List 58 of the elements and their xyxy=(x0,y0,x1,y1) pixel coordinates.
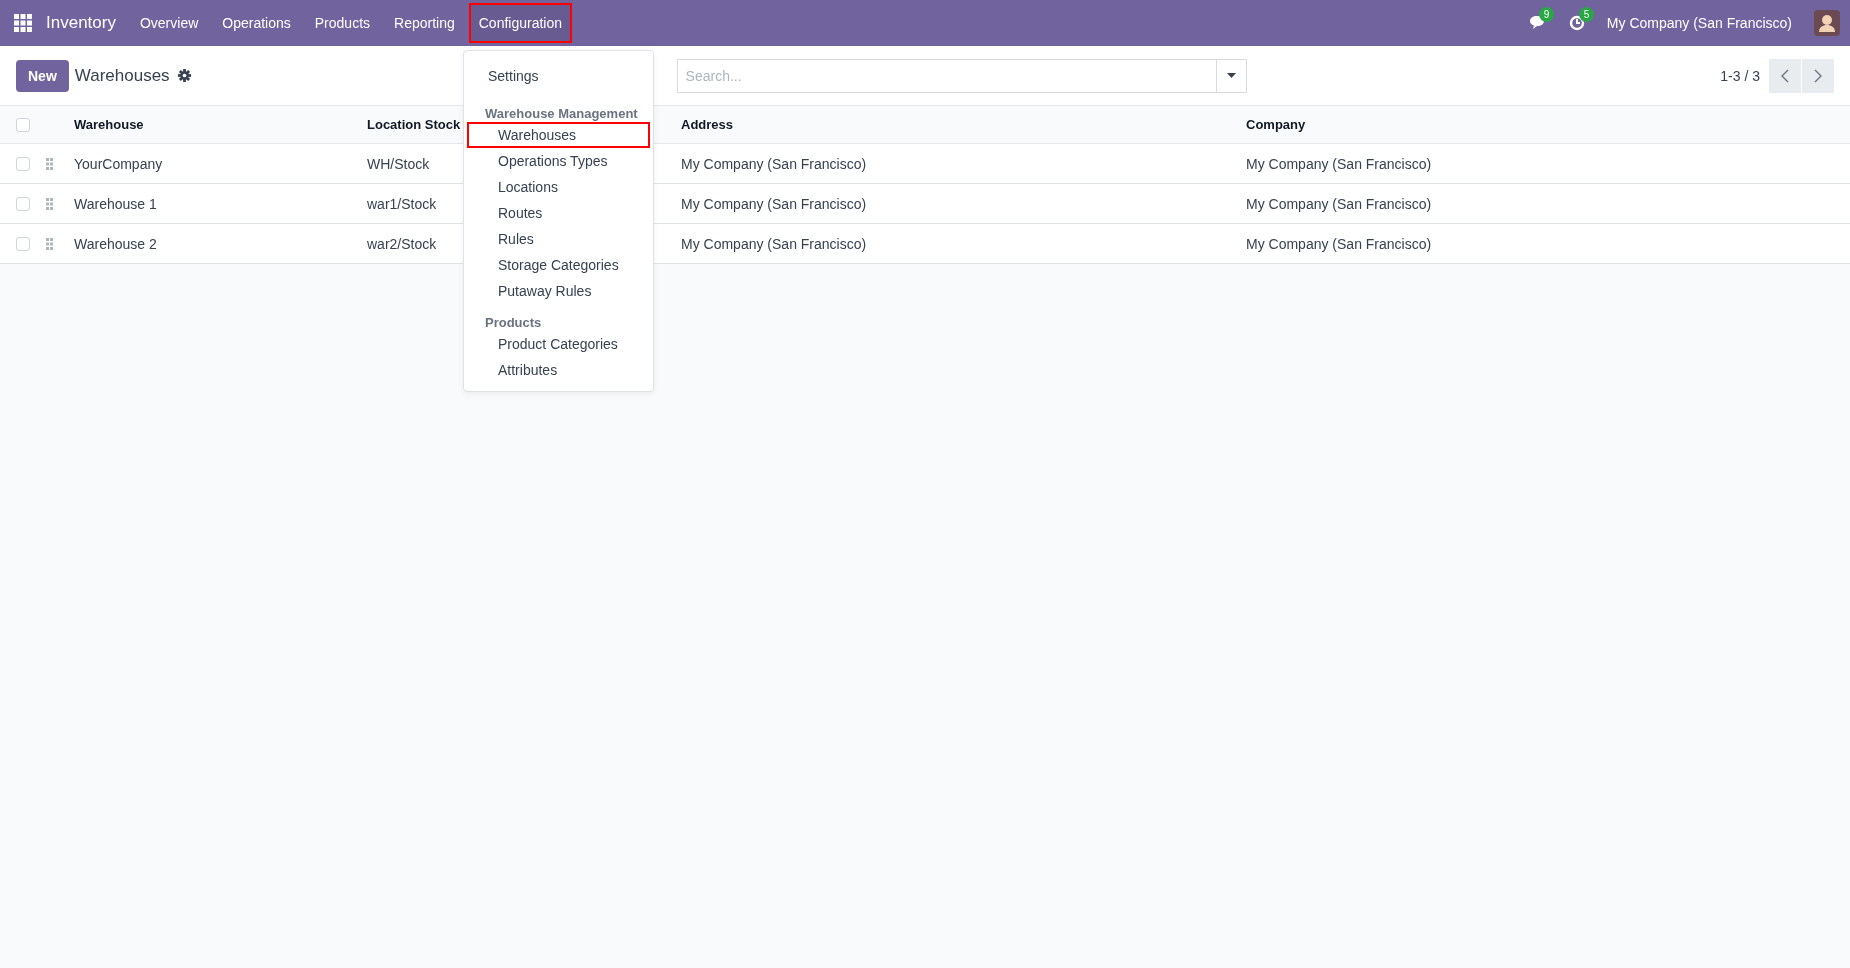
row-checkbox[interactable] xyxy=(16,156,30,171)
menu-section-header: Warehouse Management xyxy=(484,105,639,122)
table-cell: My Company (San Francisco) xyxy=(681,155,867,172)
next-page-button[interactable] xyxy=(1802,58,1834,93)
table-cell: My Company (San Francisco) xyxy=(681,235,867,252)
table-cell: My Company (San Francisco) xyxy=(1246,155,1432,172)
menu-item[interactable]: Warehouses xyxy=(467,122,650,148)
nav-menu-item[interactable]: Products xyxy=(304,3,381,43)
select-all-checkbox[interactable] xyxy=(16,117,30,132)
nav-menu-item[interactable]: Configuration xyxy=(468,3,572,43)
company-name[interactable]: My Company (San Francisco) xyxy=(1606,15,1792,31)
app-name[interactable]: Inventory xyxy=(46,13,116,33)
caret-down-icon xyxy=(1226,73,1236,78)
breadcrumb-title: Warehouses xyxy=(74,65,170,86)
user-avatar[interactable] xyxy=(1814,10,1840,36)
notification-badge: 9 xyxy=(1538,7,1555,22)
pager-value[interactable]: 1-3 / 3 xyxy=(1720,67,1760,84)
drag-handle-icon[interactable] xyxy=(46,197,53,210)
table-cell: Warehouse 1 xyxy=(74,195,157,212)
nav-menu-item[interactable]: Operations xyxy=(212,3,301,43)
table-cell: WH/Stock xyxy=(367,155,430,172)
column-header[interactable]: Address xyxy=(681,117,734,132)
menu-item[interactable]: Rules xyxy=(467,226,650,252)
column-header[interactable]: Company xyxy=(1246,117,1306,132)
table-cell: My Company (San Francisco) xyxy=(681,195,867,212)
menu-item[interactable]: Attributes xyxy=(467,357,650,383)
column-header[interactable]: Warehouse xyxy=(74,117,144,132)
table-cell: Warehouse 2 xyxy=(74,235,157,252)
menu-item[interactable]: Putaway Rules xyxy=(467,278,650,304)
drag-handle-icon[interactable] xyxy=(46,157,53,170)
chevron-left-icon xyxy=(1781,68,1789,83)
column-header[interactable]: Location Stock xyxy=(367,117,461,132)
menu-item[interactable]: Storage Categories xyxy=(467,252,650,278)
clock-icon[interactable] xyxy=(1568,15,1585,31)
table-cell: YourCompany xyxy=(74,155,163,172)
chevron-right-icon xyxy=(1814,68,1822,83)
search-field[interactable]: Search... xyxy=(676,58,1217,93)
menu-item[interactable]: Locations xyxy=(467,174,650,200)
notification-badge: 5 xyxy=(1578,7,1595,22)
menu-item[interactable]: Operations Types xyxy=(467,148,650,174)
nav-menu-item[interactable]: Overview xyxy=(129,3,209,43)
table-cell: war1/Stock xyxy=(367,195,437,212)
nav-menu-item[interactable]: Reporting xyxy=(384,3,465,43)
app-grid-icon[interactable] xyxy=(14,14,32,32)
new-button[interactable]: New xyxy=(16,59,69,92)
previous-page-button[interactable] xyxy=(1769,58,1801,93)
menu-item[interactable]: Settings xyxy=(467,57,650,95)
menu-item[interactable]: Routes xyxy=(467,200,650,226)
table-cell: My Company (San Francisco) xyxy=(1246,195,1432,212)
row-checkbox[interactable] xyxy=(16,196,30,211)
table-cell: war2/Stock xyxy=(367,235,437,252)
drag-handle-icon[interactable] xyxy=(46,237,53,250)
menu-section-header: Products xyxy=(484,314,543,331)
menu-item[interactable]: Product Categories xyxy=(467,331,650,357)
table-cell: My Company (San Francisco) xyxy=(1246,235,1432,252)
search-options-toggle[interactable] xyxy=(1216,58,1247,93)
settings-icon[interactable] xyxy=(177,69,191,82)
row-checkbox[interactable] xyxy=(16,236,30,251)
